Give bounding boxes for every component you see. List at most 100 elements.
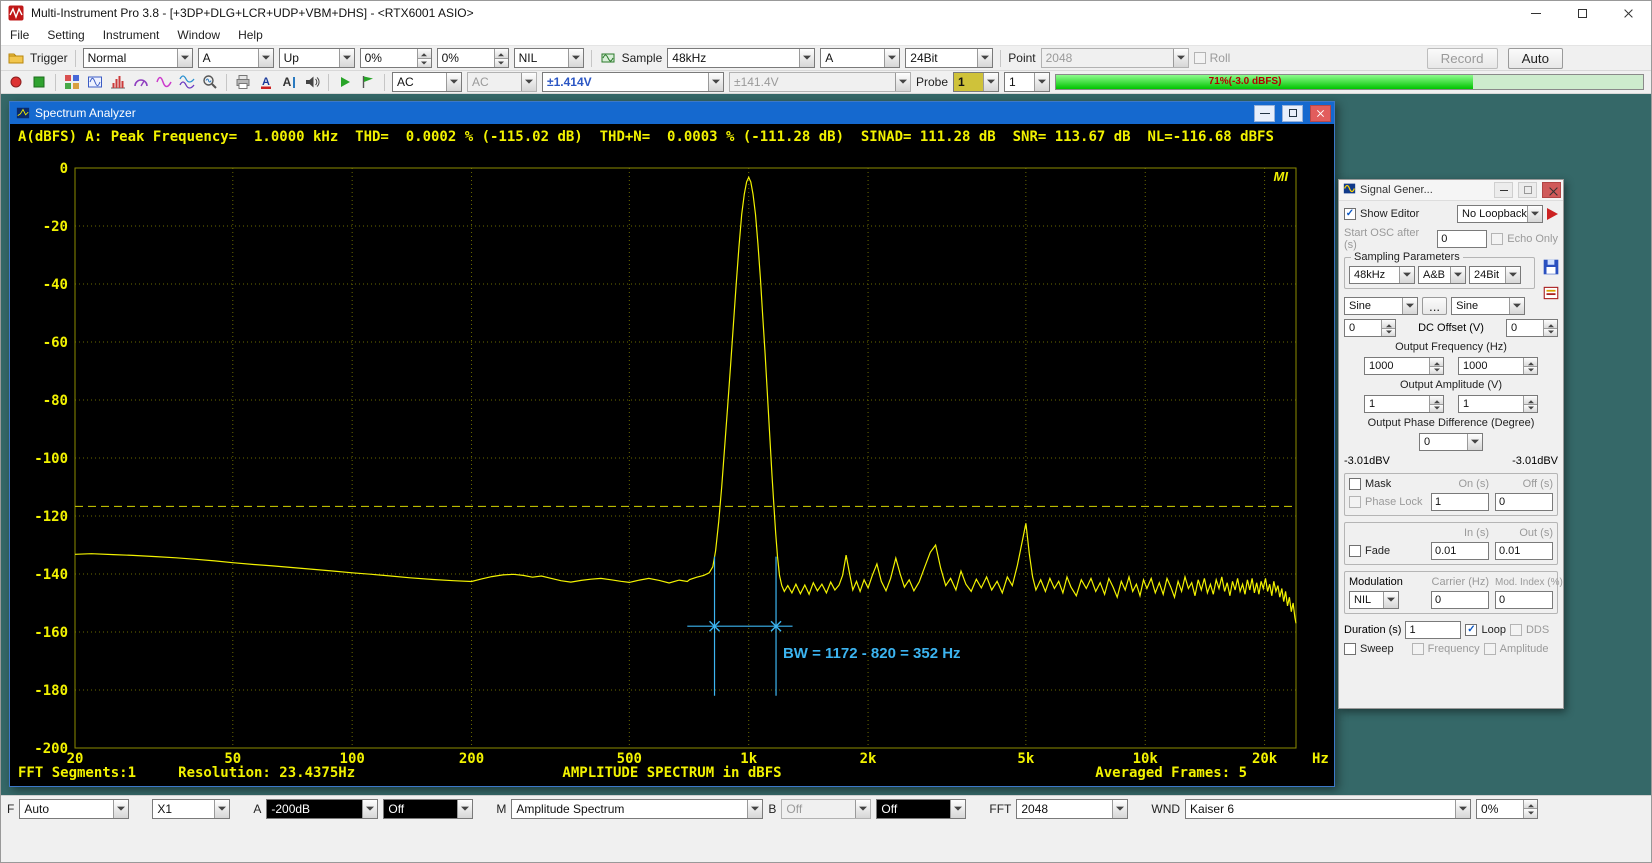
dual-trace-icon[interactable]: [178, 73, 196, 91]
gen-channels-select[interactable]: A&B: [1418, 266, 1466, 284]
trigger-mode-select[interactable]: Normal: [83, 48, 193, 68]
roll-checkbox[interactable]: Roll: [1194, 51, 1231, 65]
range-a-select[interactable]: ±1.414V: [542, 72, 724, 92]
dds-checkbox[interactable]: DDS: [1510, 624, 1549, 636]
siggen-play-button[interactable]: [1547, 208, 1558, 220]
modulation-type-select[interactable]: NIL: [1349, 591, 1399, 609]
duration-input[interactable]: 1: [1405, 621, 1461, 639]
font-style-icon[interactable]: A: [280, 73, 298, 91]
amplitude-b-spinner[interactable]: 1: [1458, 395, 1538, 413]
waveform-more-button[interactable]: ...: [1422, 297, 1447, 315]
carrier-input[interactable]: 0: [1431, 591, 1489, 609]
fade-checkbox[interactable]: Fade: [1349, 545, 1425, 557]
instrument-panels-icon[interactable]: [63, 73, 81, 91]
fft-size-select[interactable]: 2048: [1016, 799, 1128, 819]
dc-offset-b-spinner[interactable]: 0: [1506, 319, 1558, 337]
save-icon[interactable]: [1542, 258, 1560, 279]
show-editor-checkbox[interactable]: Show Editor: [1344, 208, 1419, 220]
siggen-titlebar[interactable]: Signal Gener...: [1339, 180, 1563, 201]
spectrum-close-button[interactable]: [1310, 105, 1331, 122]
auto-button[interactable]: Auto: [1508, 48, 1563, 69]
spectrum-restore-button[interactable]: [1282, 105, 1303, 122]
hpf-select[interactable]: NIL: [514, 48, 584, 68]
menu-setting[interactable]: Setting: [38, 25, 93, 45]
trigger-delay-spinner[interactable]: 0%: [437, 48, 509, 68]
mask-off-input[interactable]: 0: [1495, 493, 1553, 511]
siggen-minimize-button[interactable]: [1494, 182, 1513, 198]
gen-sample-rate-select[interactable]: 48kHz: [1349, 266, 1415, 284]
menu-file[interactable]: File: [1, 25, 38, 45]
spinner-arrows[interactable]: [417, 49, 431, 67]
sweep-amplitude-checkbox[interactable]: Amplitude: [1484, 643, 1549, 655]
b-persistence-select[interactable]: Off: [876, 799, 966, 819]
menu-help[interactable]: Help: [229, 25, 272, 45]
a-persistence-select[interactable]: Off: [383, 799, 473, 819]
frequency-b-spinner[interactable]: 1000: [1458, 357, 1538, 375]
sweep-frequency-checkbox[interactable]: Frequency: [1412, 643, 1480, 655]
signal-generator-icon[interactable]: [155, 73, 173, 91]
spectrum-window-titlebar[interactable]: Spectrum Analyzer: [10, 102, 1334, 124]
overlap-spinner[interactable]: 0%: [1476, 799, 1538, 819]
spinner-arrows[interactable]: [1429, 358, 1443, 374]
dc-offset-a-spinner[interactable]: 0: [1344, 319, 1396, 337]
multimeter-icon[interactable]: [132, 73, 150, 91]
minimize-button[interactable]: [1513, 1, 1559, 25]
trigger-source-select[interactable]: A: [198, 48, 274, 68]
spectrum-minimize-button[interactable]: [1254, 105, 1275, 122]
a-range-select[interactable]: -200dB: [266, 799, 378, 819]
maximize-button[interactable]: [1559, 1, 1605, 25]
window-function-select[interactable]: Kaiser 6: [1185, 799, 1471, 819]
sample-rate-select[interactable]: 48kHz: [667, 48, 815, 68]
editor-icon[interactable]: [1542, 284, 1560, 305]
record-button[interactable]: Record: [1427, 48, 1498, 69]
font-color-icon[interactable]: A: [257, 73, 275, 91]
spinner-arrows[interactable]: [1381, 320, 1395, 336]
points-select[interactable]: 2048: [1041, 48, 1189, 68]
b-range-select[interactable]: Off: [781, 799, 871, 819]
sample-channel-select[interactable]: A: [820, 48, 900, 68]
spinner-arrows[interactable]: [1429, 396, 1443, 412]
frequency-axis-select[interactable]: Auto: [19, 799, 129, 819]
zoom-select[interactable]: X1: [152, 799, 230, 819]
trigger-edge-select[interactable]: Up: [279, 48, 355, 68]
stop-icon[interactable]: [30, 73, 48, 91]
sweep-checkbox[interactable]: Sweep: [1344, 643, 1394, 655]
coupling-a-select[interactable]: AC: [392, 72, 462, 92]
spinner-arrows[interactable]: [1523, 396, 1537, 412]
spinner-arrows[interactable]: [1543, 320, 1557, 336]
range-b-select[interactable]: ±141.4V: [729, 72, 911, 92]
spinner-arrows[interactable]: [494, 49, 508, 67]
record-icon[interactable]: [7, 73, 25, 91]
start-osc-input[interactable]: 0: [1437, 230, 1487, 248]
zoom-wave-icon[interactable]: [201, 73, 219, 91]
spinner-arrows[interactable]: [1523, 358, 1537, 374]
coupling-b-select[interactable]: AC: [467, 72, 537, 92]
gen-bits-select[interactable]: 24Bit: [1469, 266, 1521, 284]
speaker-icon[interactable]: [303, 73, 321, 91]
flag-icon[interactable]: [359, 73, 377, 91]
phase-difference-select[interactable]: 0: [1419, 433, 1483, 451]
fade-out-input[interactable]: 0.01: [1495, 542, 1553, 560]
mask-on-input[interactable]: 1: [1431, 493, 1489, 511]
probe-a-select[interactable]: 1: [953, 72, 999, 92]
loop-checkbox[interactable]: Loop: [1465, 624, 1505, 636]
waveform-a-select[interactable]: Sine: [1344, 297, 1418, 315]
close-button[interactable]: [1605, 1, 1651, 25]
siggen-close-button[interactable]: [1542, 182, 1561, 198]
display-mode-select[interactable]: Amplitude Spectrum: [511, 799, 763, 819]
open-folder-icon[interactable]: [7, 49, 25, 67]
siggen-maximize-button[interactable]: [1518, 182, 1537, 198]
trigger-level-spinner[interactable]: 0%: [360, 48, 432, 68]
fade-in-input[interactable]: 0.01: [1431, 542, 1489, 560]
oscilloscope-icon[interactable]: [86, 73, 104, 91]
play-icon[interactable]: [336, 73, 354, 91]
menu-window[interactable]: Window: [168, 25, 229, 45]
amplitude-a-spinner[interactable]: 1: [1364, 395, 1444, 413]
waveform-b-select[interactable]: Sine: [1451, 297, 1525, 315]
frequency-a-spinner[interactable]: 1000: [1364, 357, 1444, 375]
mask-checkbox[interactable]: Mask: [1349, 478, 1425, 490]
menu-instrument[interactable]: Instrument: [94, 25, 169, 45]
phase-lock-checkbox[interactable]: Phase Lock: [1349, 496, 1425, 508]
echo-only-checkbox[interactable]: Echo Only: [1491, 233, 1558, 245]
spinner-arrows[interactable]: [1523, 800, 1537, 818]
